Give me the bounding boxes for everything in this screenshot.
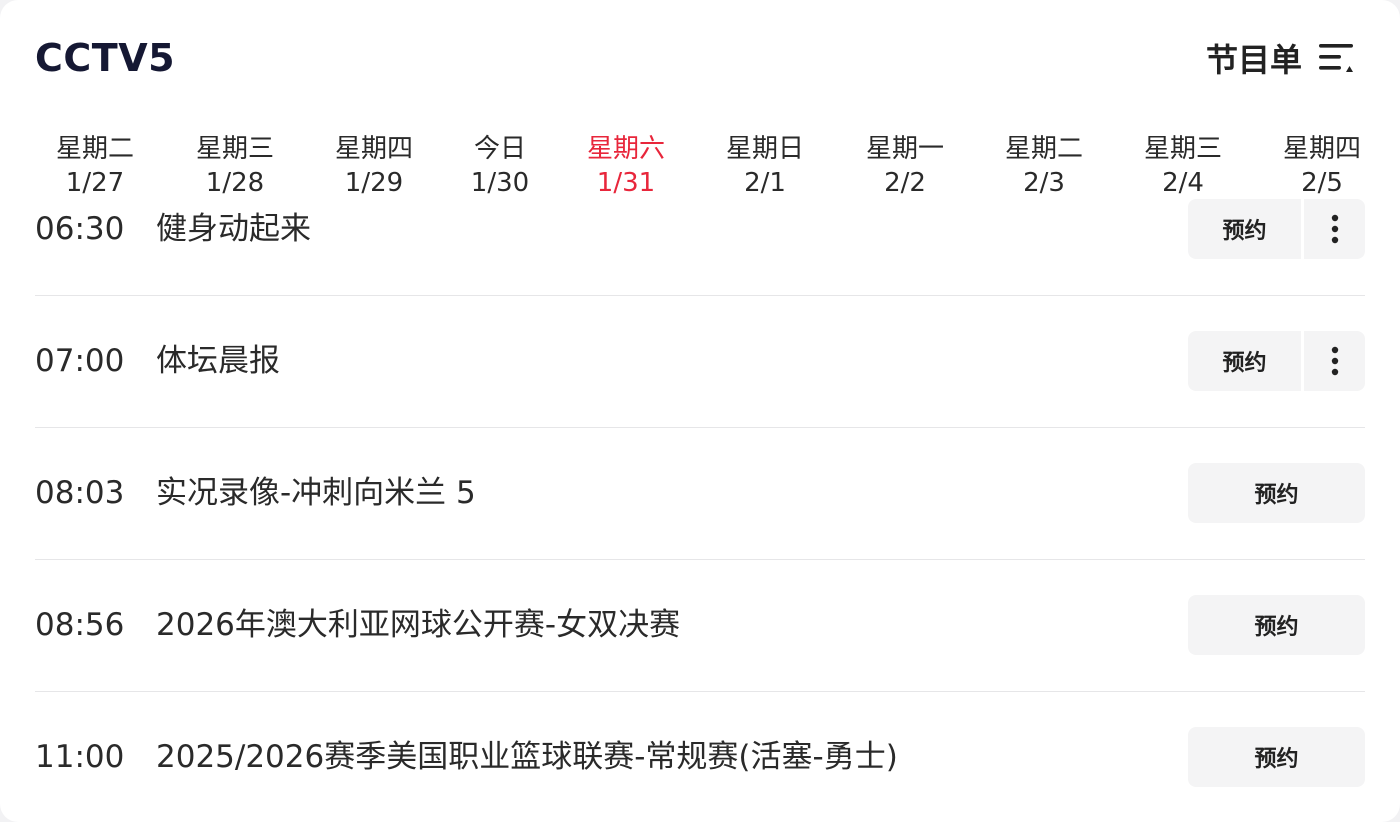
- divider: [35, 295, 1365, 296]
- divider: [35, 691, 1365, 692]
- program-row: 07:00 体坛晨报 预约: [35, 331, 1365, 391]
- program-row: 08:03 实况录像-冲刺向米兰 5 预约: [35, 463, 1365, 523]
- reserve-button[interactable]: 预约: [1188, 463, 1365, 523]
- program-time: 08:56: [35, 607, 125, 643]
- program-title: 健身动起来: [156, 211, 311, 247]
- reserve-button[interactable]: 预约: [1188, 331, 1301, 391]
- program-time: 07:00: [35, 343, 125, 379]
- program-time: 06:30: [35, 211, 125, 247]
- reserve-button[interactable]: 预约: [1188, 727, 1365, 787]
- more-button[interactable]: [1304, 199, 1365, 259]
- program-row: 06:30 健身动起来 预约: [35, 199, 1365, 259]
- program-row: 08:56 2026年澳大利亚网球公开赛-女双决赛 预约: [35, 595, 1365, 655]
- program-list: 06:30 健身动起来 预约 07:00 体坛晨报 预约 08:03 实况录像-…: [0, 0, 1400, 822]
- divider: [35, 427, 1365, 428]
- more-vertical-icon: [1331, 214, 1338, 244]
- divider: [35, 559, 1365, 560]
- more-vertical-icon: [1331, 346, 1338, 376]
- program-title: 2026年澳大利亚网球公开赛-女双决赛: [156, 607, 681, 643]
- program-title: 实况录像-冲刺向米兰 5: [156, 475, 476, 511]
- program-row: 11:00 2025/2026赛季美国职业篮球联赛-常规赛(活塞-勇士) 预约: [35, 727, 1365, 787]
- more-button[interactable]: [1304, 331, 1365, 391]
- reserve-button[interactable]: 预约: [1188, 199, 1301, 259]
- reserve-button[interactable]: 预约: [1188, 595, 1365, 655]
- program-time: 08:03: [35, 475, 125, 511]
- program-time: 11:00: [35, 739, 125, 775]
- program-title: 体坛晨报: [156, 343, 280, 379]
- program-title: 2025/2026赛季美国职业篮球联赛-常规赛(活塞-勇士): [156, 739, 898, 775]
- program-guide-card: CCTV5 节目单 星期二 1/27 星期三 1/28 星期四 1/29 今日 …: [0, 0, 1400, 822]
